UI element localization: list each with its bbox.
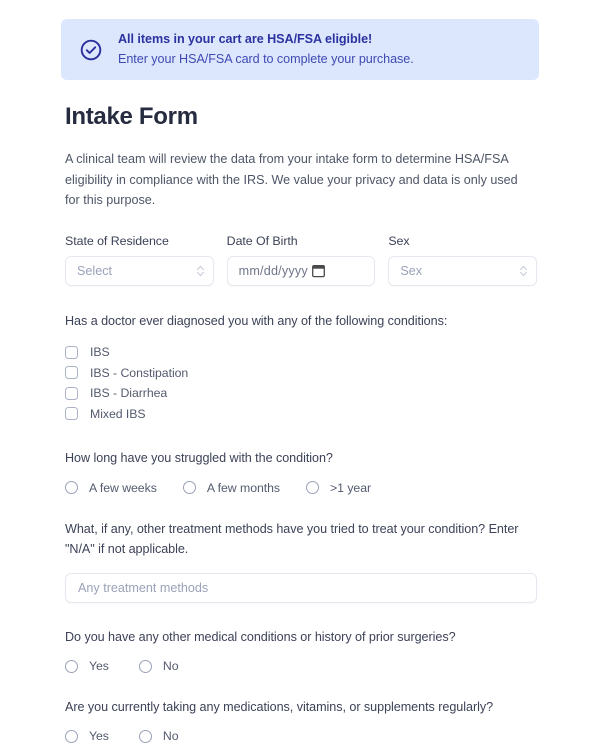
- check-circle-icon: [79, 38, 103, 62]
- radio-label: A few weeks: [89, 480, 157, 495]
- intake-form-page: All items in your cart are HSA/FSA eligi…: [0, 0, 600, 743]
- calendar-icon[interactable]: [311, 264, 325, 278]
- date-of-birth-label: Date Of Birth: [226, 234, 298, 249]
- radio-option-medications-yes[interactable]: Yes: [65, 729, 109, 743]
- radio-icon[interactable]: [138, 729, 152, 743]
- intake-form: Intake Form A clinical team will review …: [65, 103, 538, 743]
- sex-select[interactable]: Sex: [388, 256, 538, 287]
- other-conditions-radio-group: Yes No: [65, 659, 537, 673]
- page-title: Intake Form: [65, 103, 198, 130]
- checkbox-option-ibs-diarrhea[interactable]: IBS - Diarrhea: [65, 383, 537, 403]
- sex-field: Sex Sex: [388, 234, 538, 287]
- radio-label: No: [162, 729, 179, 743]
- treatment-methods-input[interactable]: Any treatment methods: [65, 573, 537, 604]
- radio-option-a-few-months[interactable]: A few months: [182, 480, 281, 495]
- checkbox-icon[interactable]: [65, 407, 78, 421]
- radio-icon[interactable]: [138, 659, 152, 673]
- radio-label: Yes: [89, 729, 109, 743]
- checkbox-label: IBS: [90, 345, 110, 360]
- conditions-question: Has a doctor ever diagnosed you with any…: [65, 314, 448, 329]
- radio-option-other-conditions-yes[interactable]: Yes: [65, 659, 109, 673]
- banner-subtitle: Enter your HSA/FSA card to complete your…: [118, 52, 414, 66]
- checkbox-option-ibs[interactable]: IBS: [65, 342, 537, 362]
- state-of-residence-select[interactable]: Select: [65, 256, 214, 287]
- checkbox-icon[interactable]: [65, 386, 78, 400]
- radio-option-medications-no[interactable]: No: [138, 729, 179, 743]
- date-of-birth-placeholder: mm/dd/yyyy: [238, 264, 308, 279]
- checkbox-option-mixed-ibs[interactable]: Mixed IBS: [65, 404, 537, 424]
- radio-icon[interactable]: [65, 659, 78, 673]
- hsa-fsa-eligibility-banner: All items in your cart are HSA/FSA eligi…: [61, 19, 539, 80]
- radio-option-more-than-1-year[interactable]: >1 year: [306, 481, 371, 495]
- radio-label: A few months: [206, 480, 281, 495]
- sex-placeholder: Sex: [400, 264, 423, 279]
- checkbox-label: IBS - Constipation: [90, 365, 189, 380]
- checkbox-icon[interactable]: [65, 345, 78, 359]
- form-intro-text: A clinical team will review the data fro…: [65, 151, 518, 208]
- treatments-question: What, if any, other treatment methods ha…: [65, 521, 519, 557]
- demographics-field-row: State of Residence Select Date Of Birth …: [65, 234, 538, 287]
- radio-label: No: [162, 659, 179, 674]
- medications-radio-group: Yes No: [65, 729, 537, 743]
- checkbox-label: Mixed IBS: [90, 406, 146, 421]
- duration-radio-group: A few weeks A few months >1 year: [65, 481, 537, 495]
- radio-icon[interactable]: [306, 481, 320, 495]
- date-of-birth-field: Date Of Birth mm/dd/yyyy: [226, 234, 376, 287]
- medications-question: Are you currently taking any medications…: [65, 700, 494, 715]
- state-of-residence-field: State of Residence Select: [65, 234, 214, 287]
- banner-title: All items in your cart are HSA/FSA eligi…: [118, 32, 373, 46]
- other-conditions-question: Do you have any other medical conditions…: [65, 630, 456, 645]
- checkbox-option-ibs-constipation[interactable]: IBS - Constipation: [65, 363, 537, 383]
- chevron-updown-icon: [519, 264, 528, 278]
- date-of-birth-input[interactable]: mm/dd/yyyy: [226, 256, 376, 287]
- banner-text: All items in your cart are HSA/FSA eligi…: [118, 31, 414, 68]
- state-of-residence-label: State of Residence: [65, 234, 169, 249]
- sex-label: Sex: [388, 234, 410, 249]
- radio-option-other-conditions-no[interactable]: No: [138, 659, 179, 674]
- radio-label: >1 year: [330, 480, 372, 495]
- checkbox-label: IBS - Diarrhea: [90, 386, 168, 401]
- radio-label: Yes: [89, 659, 109, 674]
- conditions-checkbox-group: IBS IBS - Constipation IBS - Diarrhea Mi…: [65, 342, 537, 424]
- checkbox-icon[interactable]: [65, 366, 78, 380]
- duration-question: How long have you struggled with the con…: [65, 450, 333, 465]
- chevron-updown-icon: [196, 264, 205, 278]
- radio-option-a-few-weeks[interactable]: A few weeks: [65, 481, 157, 495]
- radio-icon[interactable]: [65, 481, 78, 495]
- radio-icon[interactable]: [65, 729, 78, 743]
- treatment-methods-placeholder: Any treatment methods: [78, 581, 209, 596]
- radio-icon[interactable]: [182, 481, 196, 495]
- state-of-residence-placeholder: Select: [77, 264, 113, 279]
